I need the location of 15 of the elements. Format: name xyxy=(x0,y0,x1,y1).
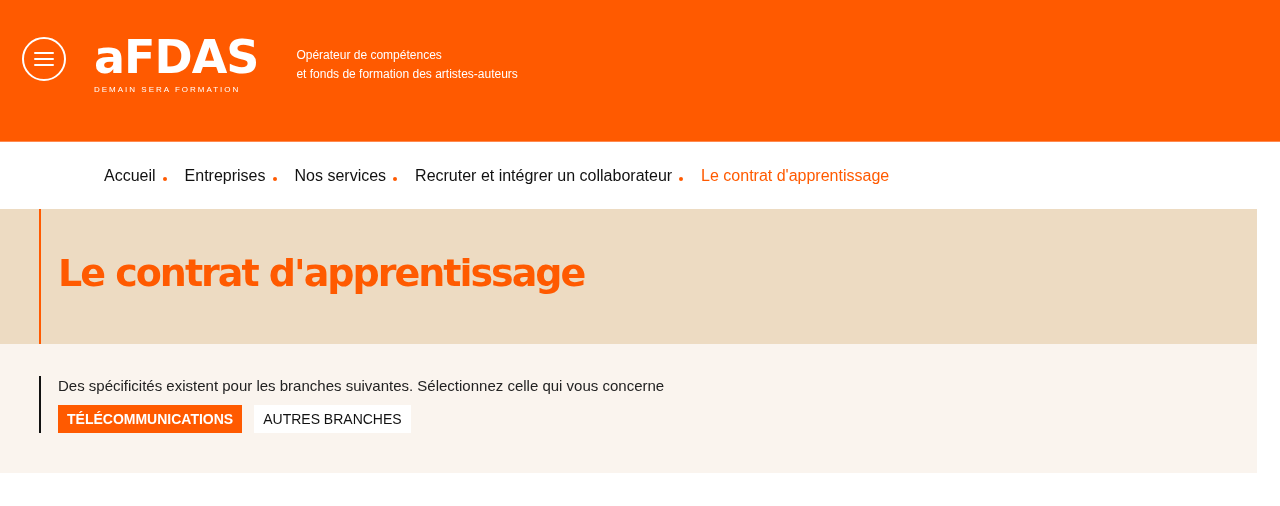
menu-icon xyxy=(34,51,54,67)
branch-prompt: Des spécificités existent pour les branches suivantes. Sélectionnez celle qui vous concerne xyxy=(58,376,666,396)
breadcrumb-link[interactable]: Accueil xyxy=(104,166,156,185)
menu-button[interactable] xyxy=(22,37,66,81)
header-tagline: et fonds de formation des artistes-auteurs xyxy=(296,66,518,83)
separator-dot-icon xyxy=(679,176,684,181)
separator-dot-icon xyxy=(393,176,398,181)
breadcrumb-link[interactable]: Nos services xyxy=(294,166,387,185)
breadcrumb-link[interactable]: Recruter et intégrer un collaborateur xyxy=(415,166,673,185)
separator-dot-icon xyxy=(272,176,277,181)
breadcrumb-link[interactable]: Entreprises xyxy=(184,166,266,185)
header-tagline: Opérateur de compétences xyxy=(296,47,443,64)
logo-tagline: DEMAIN SERA FORMATION xyxy=(94,85,242,94)
separator-dot-icon xyxy=(162,176,167,181)
branch-tab[interactable]: AUTRES BRANCHES xyxy=(254,405,411,433)
